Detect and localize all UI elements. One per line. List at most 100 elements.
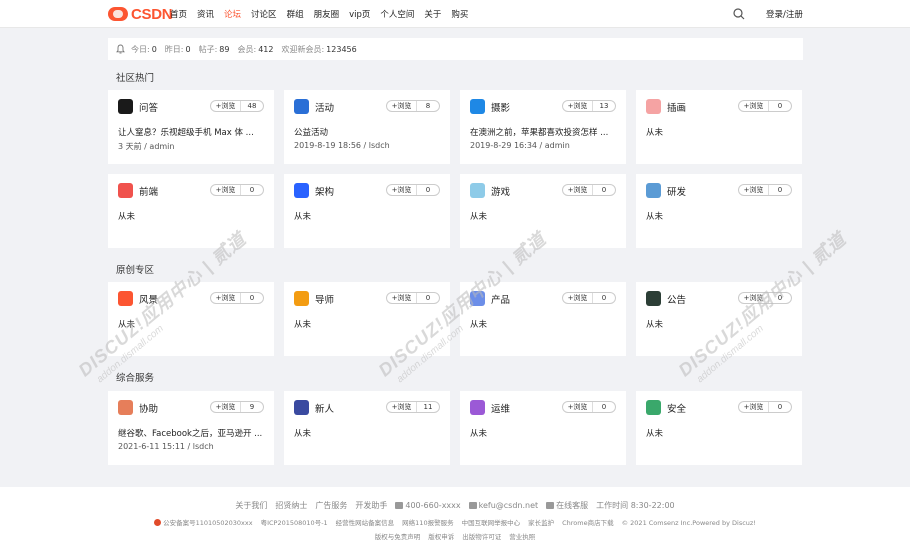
forum-card[interactable]: 公告 +浏览 0 从未 <box>636 282 802 356</box>
forum-name[interactable]: 插画 <box>667 100 686 114</box>
browse-button[interactable]: +浏览 0 <box>738 184 792 196</box>
forum-name[interactable]: 新人 <box>315 401 334 415</box>
game-icon[interactable] <box>470 183 485 198</box>
latest-thread-title[interactable]: 从未 <box>646 210 796 222</box>
footer-legal-link[interactable]: 版权与免责声明 <box>375 533 421 541</box>
nav-item[interactable]: 关于 <box>424 8 441 20</box>
latest-thread-title[interactable]: 从未 <box>470 210 620 222</box>
frontend-icon[interactable] <box>118 183 133 198</box>
nav-item[interactable]: vip页 <box>349 8 370 20</box>
browse-button[interactable]: +浏览 0 <box>738 100 792 112</box>
browse-button[interactable]: +浏览 9 <box>210 401 264 413</box>
forum-name[interactable]: 摄影 <box>491 100 510 114</box>
latest-thread-title[interactable]: 从未 <box>294 318 444 330</box>
forum-card[interactable]: 新人 +浏览 11 从未 <box>284 391 450 465</box>
browse-button[interactable]: +浏览 8 <box>386 100 440 112</box>
forum-name[interactable]: 导师 <box>315 292 334 306</box>
browse-button[interactable]: +浏览 0 <box>386 292 440 304</box>
latest-thread-title[interactable]: 从未 <box>646 318 796 330</box>
stat-welcome-member[interactable]: 123456 <box>326 45 357 54</box>
forum-name[interactable]: 运维 <box>491 401 510 415</box>
forum-card[interactable]: 活动 +浏览 8 公益活动 2019-8-19 18:56 / lsdch <box>284 90 450 164</box>
camera-icon[interactable] <box>470 99 485 114</box>
latest-thread-title[interactable]: 从未 <box>646 427 796 439</box>
newbie-icon[interactable] <box>294 400 309 415</box>
footer-contact[interactable]: 400-660-xxxx <box>395 501 461 510</box>
latest-thread-title[interactable]: 从未 <box>470 427 620 439</box>
browse-button[interactable]: +浏览 13 <box>562 100 616 112</box>
forum-card[interactable]: 问答 +浏览 48 让人窒息？乐视超级手机 Max 体 ... 3 天前 / admin <box>108 90 274 164</box>
footer-legal-item[interactable]: 家长监护 <box>528 519 554 527</box>
browse-button[interactable]: +浏览 0 <box>738 292 792 304</box>
forum-card[interactable]: 安全 +浏览 0 从未 <box>636 391 802 465</box>
activity-icon[interactable] <box>294 99 309 114</box>
footer-legal-item[interactable]: © 2021 Comsenz Inc.Powered by Discuz! <box>622 519 756 527</box>
footer-contact[interactable]: 在线客服 <box>546 501 588 510</box>
forum-card[interactable]: 摄影 +浏览 13 在澳洲之前，苹果都喜欢投资怎样 ... 2019-8-29 16:3… <box>460 90 626 164</box>
forum-name[interactable]: 前端 <box>139 184 158 198</box>
footer-legal-item[interactable]: 公安备案号11010502030xxx <box>154 519 253 527</box>
csdn-logo[interactable]: CSDN <box>108 5 173 23</box>
browse-button[interactable]: +浏览 0 <box>210 292 264 304</box>
search-icon[interactable] <box>733 8 745 20</box>
latest-thread-title[interactable]: 从未 <box>470 318 620 330</box>
latest-thread-title[interactable]: 从未 <box>646 126 796 138</box>
footer-legal-item[interactable]: 粤ICP201508010号-1 <box>261 519 328 527</box>
forum-name[interactable]: 问答 <box>139 100 158 114</box>
latest-thread-title[interactable]: 继谷歌、Facebook之后，亚马逊开 ... <box>118 427 268 439</box>
notice-icon[interactable] <box>646 291 661 306</box>
browse-button[interactable]: +浏览 48 <box>210 100 264 112</box>
browse-button[interactable]: +浏览 0 <box>738 401 792 413</box>
footer-link[interactable]: 招贤纳士 <box>275 501 307 510</box>
nav-item[interactable]: 购买 <box>451 8 468 20</box>
nav-item[interactable]: 朋友圈 <box>314 8 340 20</box>
forum-name[interactable]: 风景 <box>139 292 158 306</box>
nav-item[interactable]: 个人空间 <box>380 8 414 20</box>
forum-card[interactable]: 插画 +浏览 0 从未 <box>636 90 802 164</box>
forum-card[interactable]: 风景 +浏览 0 从未 <box>108 282 274 356</box>
forum-card[interactable]: 前端 +浏览 0 从未 <box>108 174 274 248</box>
nav-item[interactable]: 讨论区 <box>251 8 277 20</box>
footer-legal-link[interactable]: 营业执照 <box>509 533 535 541</box>
forum-card[interactable]: 产品 +浏览 0 从未 <box>460 282 626 356</box>
mentor-icon[interactable] <box>294 291 309 306</box>
forum-name[interactable]: 活动 <box>315 100 334 114</box>
footer-legal-link[interactable]: 出版物许可证 <box>462 533 501 541</box>
product-icon[interactable] <box>470 291 485 306</box>
forum-card[interactable]: 导师 +浏览 0 从未 <box>284 282 450 356</box>
footer-link[interactable]: 开发助手 <box>355 501 387 510</box>
forum-name[interactable]: 架构 <box>315 184 334 198</box>
latest-thread-title[interactable]: 在澳洲之前，苹果都喜欢投资怎样 ... <box>470 126 620 138</box>
qa-icon[interactable] <box>118 99 133 114</box>
forum-card[interactable]: 架构 +浏览 0 从未 <box>284 174 450 248</box>
nav-item[interactable]: 论坛 <box>224 8 241 20</box>
nav-item[interactable]: 群组 <box>287 8 304 20</box>
latest-thread-title[interactable]: 从未 <box>118 210 268 222</box>
footer-legal-link[interactable]: 版权申诉 <box>428 533 454 541</box>
forum-name[interactable]: 游戏 <box>491 184 510 198</box>
latest-thread-title[interactable]: 从未 <box>118 318 268 330</box>
footer-link[interactable]: 关于我们 <box>235 501 267 510</box>
latest-thread-title[interactable]: 从未 <box>294 210 444 222</box>
browse-button[interactable]: +浏览 0 <box>562 401 616 413</box>
forum-name[interactable]: 协助 <box>139 401 158 415</box>
latest-thread-title[interactable]: 从未 <box>294 427 444 439</box>
security-icon[interactable] <box>646 400 661 415</box>
footer-link[interactable]: 广告服务 <box>315 501 347 510</box>
ops-icon[interactable] <box>470 400 485 415</box>
assist-icon[interactable] <box>118 400 133 415</box>
browse-button[interactable]: +浏览 0 <box>562 184 616 196</box>
scenery-icon[interactable] <box>118 291 133 306</box>
forum-name[interactable]: 安全 <box>667 401 686 415</box>
forum-card[interactable]: 运维 +浏览 0 从未 <box>460 391 626 465</box>
rnd-icon[interactable] <box>646 183 661 198</box>
browse-button[interactable]: +浏览 0 <box>562 292 616 304</box>
illustration-icon[interactable] <box>646 99 661 114</box>
browse-button[interactable]: +浏览 0 <box>386 184 440 196</box>
latest-thread-title[interactable]: 让人窒息？乐视超级手机 Max 体 ... <box>118 126 268 138</box>
footer-legal-item[interactable]: 经营性网站备案信息 <box>336 519 395 527</box>
architecture-icon[interactable] <box>294 183 309 198</box>
forum-card[interactable]: 游戏 +浏览 0 从未 <box>460 174 626 248</box>
forum-name[interactable]: 研发 <box>667 184 686 198</box>
nav-item[interactable]: 资讯 <box>197 8 214 20</box>
